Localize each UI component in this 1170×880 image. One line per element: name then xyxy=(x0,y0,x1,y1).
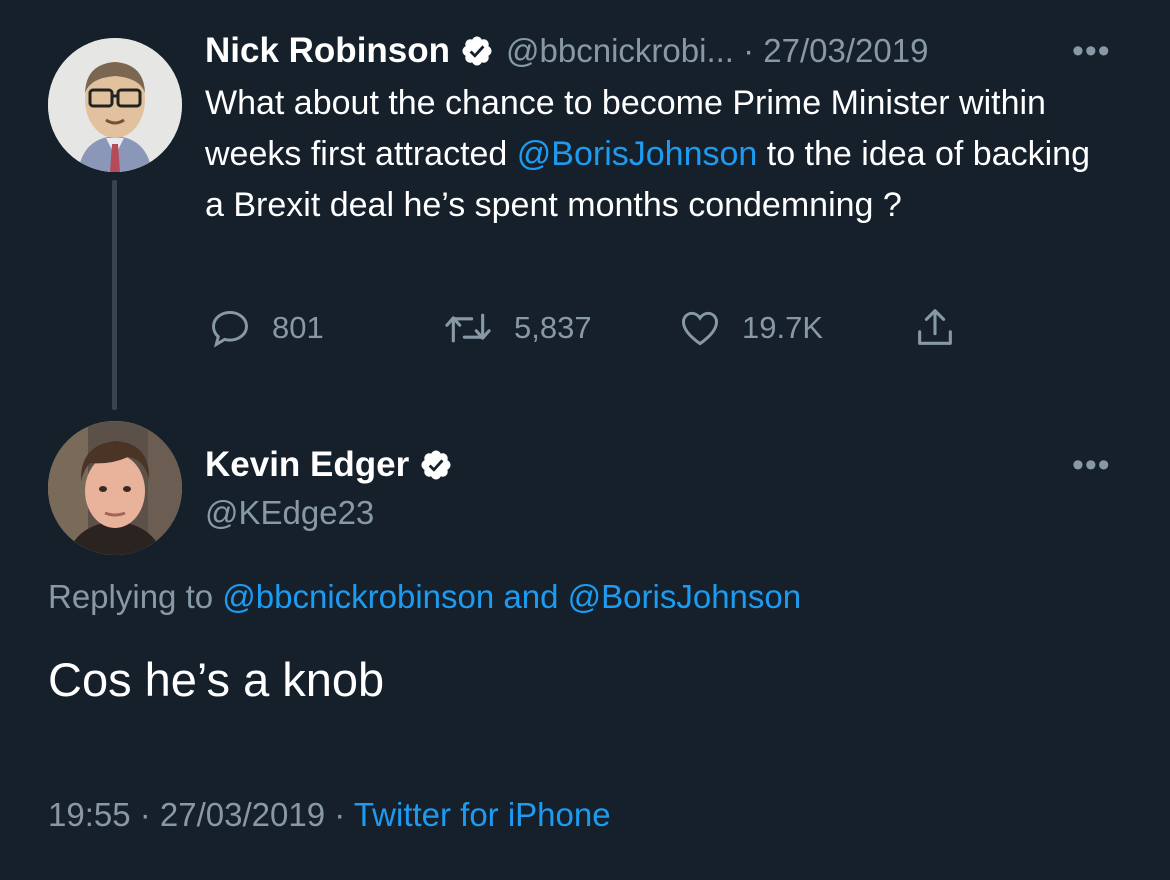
replying-and: and xyxy=(494,578,568,615)
kevin-edger-avatar[interactable] xyxy=(48,421,182,555)
author-name[interactable]: Kevin Edger xyxy=(205,445,409,485)
share-icon[interactable] xyxy=(910,305,960,356)
handle-and-date[interactable]: @bbcnickrobi... · 27/03/2019 xyxy=(506,32,928,70)
author-name[interactable]: Nick Robinson xyxy=(205,31,450,71)
replying-prefix: Replying to xyxy=(48,578,223,615)
retweet-count: 5,837 xyxy=(514,310,592,345)
reply-icon xyxy=(212,310,248,348)
reply-tweet-text: Cos he’s a knob xyxy=(48,653,385,706)
mention-link[interactable]: @BorisJohnson xyxy=(517,135,758,173)
like-count: 19.7K xyxy=(742,310,824,345)
verified-badge-icon xyxy=(460,34,494,68)
timestamp[interactable]: 19:55 · 27/03/2019 · xyxy=(48,796,354,833)
profile-photo-icon xyxy=(48,421,182,555)
tweet-timestamp-line: 19:55 · 27/03/2019 · Twitter for iPhone xyxy=(48,796,611,834)
original-tweet-text: What about the chance to become Prime Mi… xyxy=(205,78,1105,231)
thread-connector-line xyxy=(112,180,117,410)
more-options-icon[interactable]: ••• xyxy=(1072,448,1111,482)
replying-to-link-1[interactable]: @bbcnickrobinson xyxy=(222,578,494,615)
original-tweet-header: Nick Robinson @bbcnickrobi... · 27/03/20… xyxy=(205,26,928,76)
cartoon-portrait-icon xyxy=(48,38,182,172)
source-link[interactable]: Twitter for iPhone xyxy=(354,796,611,833)
reply-action[interactable]: 801 xyxy=(206,305,324,351)
reply-count: 801 xyxy=(272,310,324,345)
verified-badge-icon xyxy=(419,448,453,482)
more-options-icon[interactable]: ••• xyxy=(1072,34,1111,68)
nick-robinson-avatar[interactable] xyxy=(48,38,182,172)
retweet-icon xyxy=(445,313,491,343)
like-action[interactable]: 19.7K xyxy=(676,305,823,351)
retweet-action[interactable]: 5,837 xyxy=(440,305,592,351)
replying-to-line: Replying to @bbcnickrobinson and @BorisJ… xyxy=(48,578,801,616)
heart-icon xyxy=(682,311,718,346)
reply-handle[interactable]: @KEdge23 xyxy=(205,494,374,532)
reply-tweet-header: Kevin Edger xyxy=(205,440,453,490)
replying-to-link-2[interactable]: @BorisJohnson xyxy=(568,578,801,615)
